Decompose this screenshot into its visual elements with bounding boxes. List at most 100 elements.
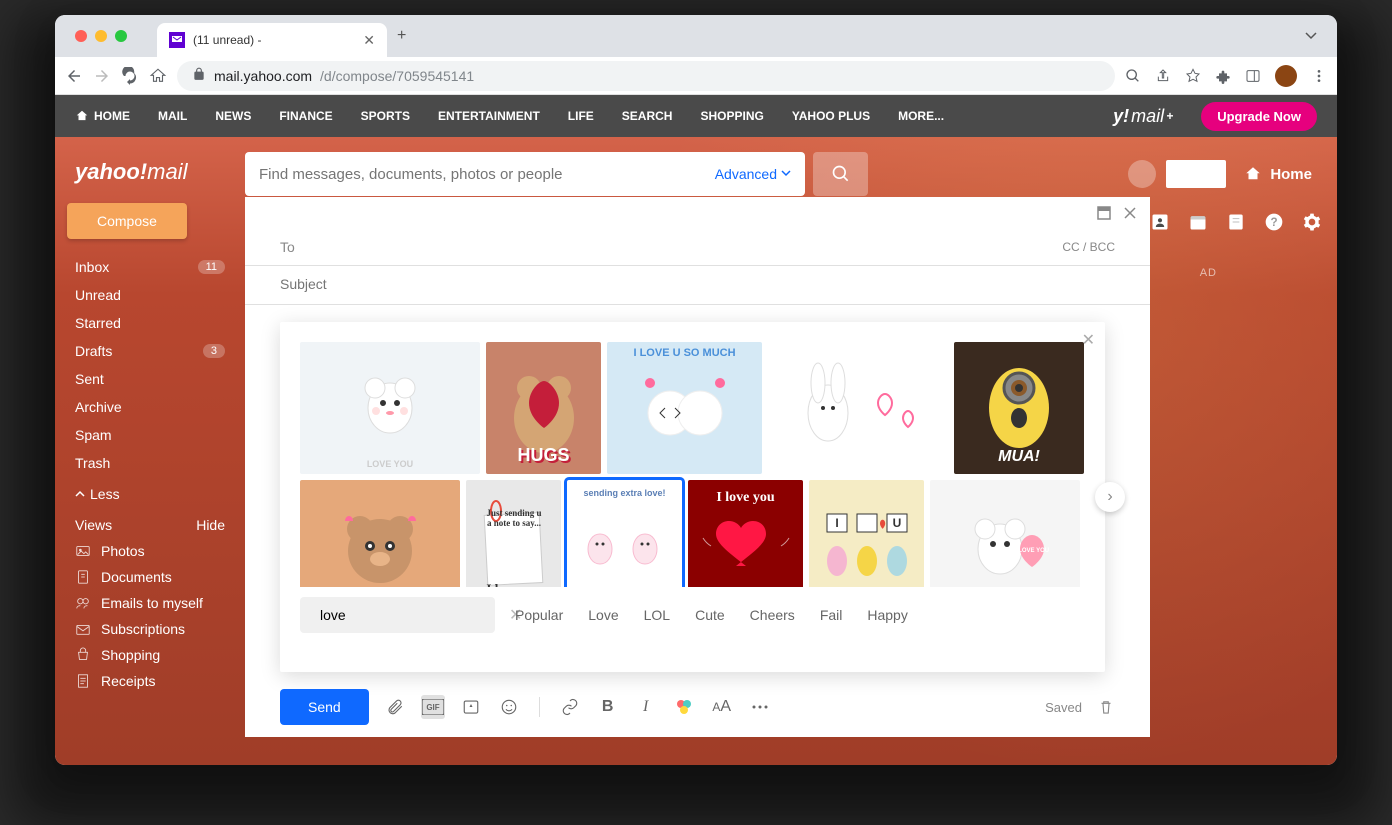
ynav-sports[interactable]: SPORTS [361, 109, 410, 123]
search-icon[interactable] [1125, 68, 1141, 84]
contacts-icon[interactable] [1150, 212, 1170, 232]
folder-starred[interactable]: Starred [67, 310, 233, 336]
folder-inbox[interactable]: Inbox11 [67, 254, 233, 280]
view-shopping[interactable]: Shopping [67, 642, 233, 668]
view-receipts[interactable]: Receipts [67, 668, 233, 694]
gif-button[interactable]: GIF [421, 695, 445, 719]
mail-search[interactable]: Advanced [245, 152, 805, 196]
gif-result[interactable]: LOVE YOU [300, 342, 480, 474]
forward-button[interactable] [93, 67, 111, 85]
link-icon[interactable] [558, 695, 582, 719]
gif-result[interactable] [768, 342, 948, 474]
url-input[interactable]: mail.yahoo.com/d/compose/7059545141 [177, 61, 1115, 91]
italic-icon[interactable]: I [634, 695, 658, 719]
yahoo-favicon [169, 32, 185, 48]
gif-result[interactable]: HUGS [486, 342, 601, 474]
gif-result[interactable]: LOVE YOU [300, 480, 460, 587]
help-icon[interactable]: ? [1264, 212, 1284, 232]
advanced-search[interactable]: Advanced [715, 166, 791, 182]
gif-category-popular[interactable]: Popular [515, 607, 563, 623]
new-tab-button[interactable]: + [397, 27, 406, 45]
ynav-shopping[interactable]: SHOPPING [700, 109, 763, 123]
profile-avatar[interactable] [1275, 65, 1297, 87]
bold-icon[interactable]: B [596, 695, 620, 719]
gif-category-fail[interactable]: Fail [820, 607, 843, 623]
ynav-finance[interactable]: FINANCE [279, 109, 332, 123]
more-format-icon[interactable] [748, 695, 772, 719]
gif-category-cute[interactable]: Cute [695, 607, 725, 623]
calendar-icon[interactable] [1188, 212, 1208, 232]
gif-category-cheers[interactable]: Cheers [750, 607, 795, 623]
ynav-home[interactable]: HOME [75, 109, 130, 123]
folder-label: Sent [75, 371, 104, 387]
gif-result[interactable]: IU [809, 480, 924, 587]
back-button[interactable] [65, 67, 83, 85]
view-emails-to-myself[interactable]: Emails to myself [67, 590, 233, 616]
settings-icon[interactable] [1302, 212, 1322, 232]
maximize-window[interactable] [115, 30, 127, 42]
folder-drafts[interactable]: Drafts3 [67, 338, 233, 364]
close-tab-icon[interactable]: ✕ [363, 32, 375, 49]
gif-result[interactable]: I LOVE U SO MUCH [607, 342, 762, 474]
to-field[interactable]: To CC / BCC [245, 229, 1150, 266]
gif-category-happy[interactable]: Happy [867, 607, 907, 623]
tabs-dropdown-icon[interactable] [1305, 27, 1317, 45]
folder-trash[interactable]: Trash [67, 450, 233, 476]
minimize-window[interactable] [95, 30, 107, 42]
stationery-icon[interactable] [459, 695, 483, 719]
text-color-icon[interactable] [672, 695, 696, 719]
close-compose-icon[interactable] [1122, 205, 1138, 221]
folder-sent[interactable]: Sent [67, 366, 233, 392]
ynav-news[interactable]: NEWS [215, 109, 251, 123]
close-window[interactable] [75, 30, 87, 42]
panel-icon[interactable] [1245, 68, 1261, 84]
view-subscriptions[interactable]: Subscriptions [67, 616, 233, 642]
folder-spam[interactable]: Spam [67, 422, 233, 448]
attach-icon[interactable] [383, 695, 407, 719]
ynav-search[interactable]: SEARCH [622, 109, 673, 123]
share-icon[interactable] [1155, 68, 1171, 84]
gif-result[interactable]: sending extra love!meyou [567, 480, 682, 587]
view-photos[interactable]: Photos [67, 538, 233, 564]
upgrade-button[interactable]: Upgrade Now [1201, 102, 1317, 131]
gif-search-box[interactable]: ✕ [300, 597, 495, 633]
emoji-icon[interactable] [497, 695, 521, 719]
bookmark-icon[interactable] [1185, 68, 1201, 84]
delete-draft-icon[interactable] [1097, 698, 1115, 716]
ynav-yahooplus[interactable]: YAHOO PLUS [792, 109, 870, 123]
profile-menu[interactable] [1128, 160, 1226, 188]
ynav-more[interactable]: MORE... [898, 109, 944, 123]
view-documents[interactable]: Documents [67, 564, 233, 590]
ynav-life[interactable]: LIFE [568, 109, 594, 123]
reload-button[interactable] [121, 67, 139, 85]
font-icon[interactable]: AA [710, 695, 734, 719]
gif-next-button[interactable]: › [1095, 482, 1125, 512]
gif-category-love[interactable]: Love [588, 607, 618, 623]
search-button[interactable] [813, 152, 868, 196]
folder-archive[interactable]: Archive [67, 394, 233, 420]
gif-search-input[interactable] [320, 607, 501, 623]
popout-icon[interactable] [1096, 205, 1112, 221]
gif-result[interactable]: I LOVE YOULOVE YOU TO THE [930, 480, 1080, 587]
less-toggle[interactable]: Less [67, 481, 233, 507]
send-button[interactable]: Send [280, 689, 369, 725]
home-link[interactable]: Home [1244, 165, 1312, 183]
ynav-entertainment[interactable]: ENTERTAINMENT [438, 109, 540, 123]
mail-search-input[interactable] [259, 166, 715, 183]
ynav-mail[interactable]: MAIL [158, 109, 187, 123]
menu-icon[interactable] [1311, 68, 1327, 84]
home-button[interactable] [149, 67, 167, 85]
notepad-icon[interactable] [1226, 212, 1246, 232]
compose-button[interactable]: Compose [67, 203, 187, 239]
to-input[interactable] [305, 240, 1063, 255]
hide-views[interactable]: Hide [196, 517, 225, 533]
cc-bcc-toggle[interactable]: CC / BCC [1062, 240, 1115, 254]
subject-input[interactable] [280, 276, 1115, 292]
gif-category-lol[interactable]: LOL [644, 607, 670, 623]
gif-result[interactable]: Just sending u a note to say...I love yo… [466, 480, 561, 587]
browser-tab[interactable]: (11 unread) - ✕ [157, 23, 387, 57]
folder-unread[interactable]: Unread [67, 282, 233, 308]
extensions-icon[interactable] [1215, 68, 1231, 84]
gif-result[interactable]: MUA! [954, 342, 1084, 474]
gif-result[interactable]: I love youwith all my heart [688, 480, 803, 587]
